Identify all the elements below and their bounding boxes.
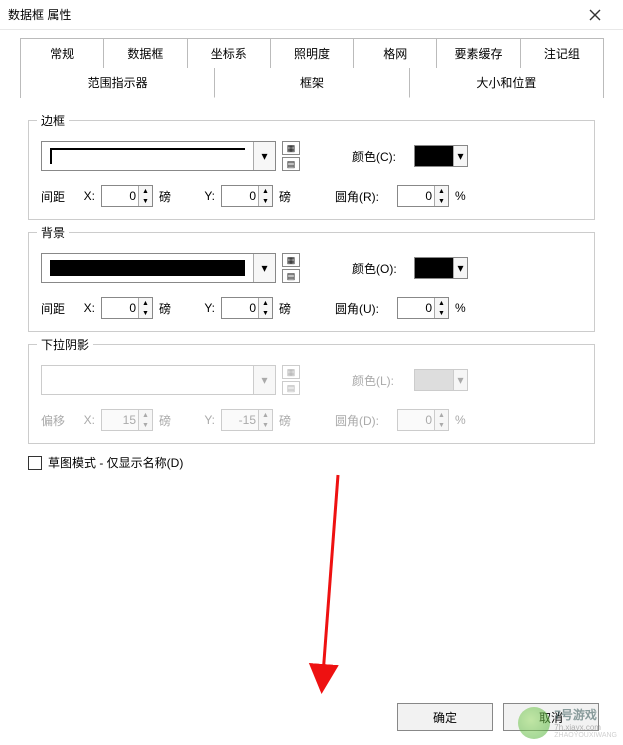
group-border-title: 边框 [37, 112, 69, 129]
label-x: X: [79, 189, 95, 203]
shadow-round-input: ▲▼ [397, 409, 449, 431]
shadow-color-label: 颜色(L): [352, 372, 408, 389]
tab-crs[interactable]: 坐标系 [187, 38, 271, 68]
close-button[interactable] [575, 0, 615, 30]
border-gap-label: 间距 [41, 188, 73, 205]
style-selector-icon[interactable]: ▦ [282, 141, 300, 155]
border-color-picker[interactable]: ▾ [414, 145, 468, 167]
chevron-down-icon[interactable]: ▾ [253, 254, 275, 282]
bg-gap-label: 间距 [41, 300, 73, 317]
bg-gap-x-input[interactable]: ▲▼ [101, 297, 153, 319]
shadow-x-input: ▲▼ [101, 409, 153, 431]
style-selector-icon[interactable]: ▦ [282, 253, 300, 267]
bg-symbol-preview [50, 260, 245, 276]
bg-style-dropdown[interactable]: ▾ [41, 253, 276, 283]
shadow-style-dropdown[interactable]: ▾ [41, 365, 276, 395]
unit-pt: 磅 [279, 188, 297, 205]
cancel-button[interactable]: 取消 [503, 703, 599, 731]
ok-button[interactable]: 确定 [397, 703, 493, 731]
border-gap-y-input[interactable]: ▲▼ [221, 185, 273, 207]
tab-strip: 常规 数据框 坐标系 照明度 格网 要素缓存 注记组 范围指示器 框架 大小和位… [0, 30, 623, 98]
tab-size[interactable]: 大小和位置 [409, 68, 604, 98]
shadow-y-input: ▲▼ [221, 409, 273, 431]
bg-color-picker[interactable]: ▾ [414, 257, 468, 279]
bg-gap-y-input[interactable]: ▲▼ [221, 297, 273, 319]
group-background: 背景 ▾ ▦ ▤ 颜色(O): ▾ 间距 X: ▲▼ 磅 Y: [28, 232, 595, 332]
style-props-icon[interactable]: ▤ [282, 269, 300, 283]
group-shadow: 下拉阴影 ▾ ▦ ▤ 颜色(L): ▾ 偏移 X: ▲▼ 磅 Y: [28, 344, 595, 444]
window-title: 数据框 属性 [8, 6, 575, 23]
pct-label: % [455, 189, 466, 203]
group-bg-title: 背景 [37, 224, 69, 241]
shadow-offset-label: 偏移 [41, 412, 73, 429]
bg-color-label: 颜色(O): [352, 260, 408, 277]
style-selector-icon[interactable]: ▦ [282, 365, 300, 379]
shadow-round-label: 圆角(D): [335, 412, 391, 429]
tab-lighting[interactable]: 照明度 [270, 38, 354, 68]
group-border: 边框 ▾ ▦ ▤ 颜色(C): ▾ 间距 X: ▲▼ 磅 Y: [28, 120, 595, 220]
border-color-label: 颜色(C): [352, 148, 408, 165]
tab-frame[interactable]: 框架 [214, 68, 409, 98]
unit-pt: 磅 [159, 188, 177, 205]
tab-cache[interactable]: 要素缓存 [436, 38, 520, 68]
border-round-input[interactable]: ▲▼ [397, 185, 449, 207]
tab-general[interactable]: 常规 [20, 38, 104, 68]
chevron-down-icon[interactable]: ▾ [253, 142, 275, 170]
label-y: Y: [199, 189, 215, 203]
border-symbol-preview [50, 148, 245, 164]
tab-annot[interactable]: 注记组 [520, 38, 604, 68]
group-shadow-title: 下拉阴影 [37, 336, 93, 353]
border-gap-x-input[interactable]: ▲▼ [101, 185, 153, 207]
border-style-dropdown[interactable]: ▾ [41, 141, 276, 171]
bg-round-input[interactable]: ▲▼ [397, 297, 449, 319]
draft-mode-checkbox[interactable] [28, 456, 42, 470]
tab-extent[interactable]: 范围指示器 [20, 68, 215, 98]
shadow-color-picker: ▾ [414, 369, 468, 391]
chevron-down-icon[interactable]: ▾ [253, 366, 275, 394]
style-props-icon[interactable]: ▤ [282, 381, 300, 395]
style-props-icon[interactable]: ▤ [282, 157, 300, 171]
draft-mode-label: 草图模式 - 仅显示名称(D) [48, 454, 183, 471]
bg-round-label: 圆角(U): [335, 300, 391, 317]
tab-dataframe[interactable]: 数据框 [103, 38, 187, 68]
tab-grid[interactable]: 格网 [353, 38, 437, 68]
border-round-label: 圆角(R): [335, 188, 391, 205]
